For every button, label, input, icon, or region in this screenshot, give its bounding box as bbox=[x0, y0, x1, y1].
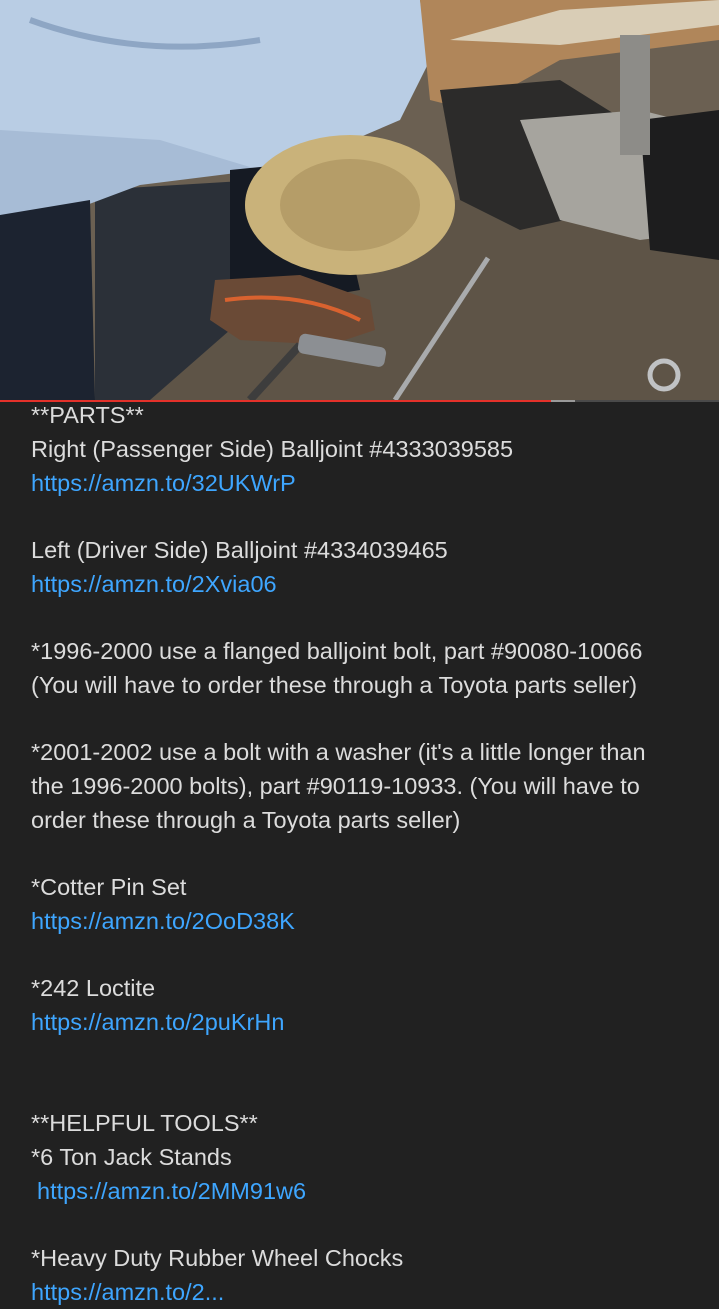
video-player[interactable] bbox=[0, 0, 719, 402]
left-balljoint-link[interactable]: https://amzn.to/2Xvia06 bbox=[31, 567, 711, 601]
loctite-link[interactable]: https://amzn.to/2puKrHn bbox=[31, 1005, 711, 1039]
jack-stands-link[interactable]: https://amzn.to/2MM91w6 bbox=[31, 1174, 711, 1208]
tools-heading: **HELPFUL TOOLS** bbox=[31, 1110, 258, 1136]
jack-stands-text: *6 Ton Jack Stands bbox=[31, 1144, 232, 1170]
note-2001-line3: order these through a Toyota parts selle… bbox=[31, 807, 461, 833]
right-balljoint-text: Right (Passenger Side) Balljoint #433303… bbox=[31, 436, 514, 462]
note-2001-line2: the 1996-2000 bolts), part #90119-10933.… bbox=[31, 773, 640, 799]
video-description: **PARTS** Right (Passenger Side) Balljoi… bbox=[31, 398, 711, 1309]
wheel-chocks-link[interactable]: https://amzn.to/2... bbox=[31, 1275, 711, 1309]
cotter-pin-text: *Cotter Pin Set bbox=[31, 874, 187, 900]
parts-heading: **PARTS** bbox=[31, 402, 144, 428]
left-balljoint-text: Left (Driver Side) Balljoint #4334039465 bbox=[31, 537, 448, 563]
note-1996-line2: (You will have to order these through a … bbox=[31, 672, 638, 698]
right-balljoint-link[interactable]: https://amzn.to/32UKWrP bbox=[31, 466, 711, 500]
video-frame bbox=[0, 0, 719, 402]
cotter-pin-link[interactable]: https://amzn.to/2OoD38K bbox=[31, 904, 711, 938]
note-1996-line1: *1996-2000 use a flanged balljoint bolt,… bbox=[31, 638, 643, 664]
wheel-chocks-text: *Heavy Duty Rubber Wheel Chocks bbox=[31, 1245, 404, 1271]
note-2001-line1: *2001-2002 use a bolt with a washer (it'… bbox=[31, 739, 646, 765]
loctite-text: *242 Loctite bbox=[31, 975, 156, 1001]
